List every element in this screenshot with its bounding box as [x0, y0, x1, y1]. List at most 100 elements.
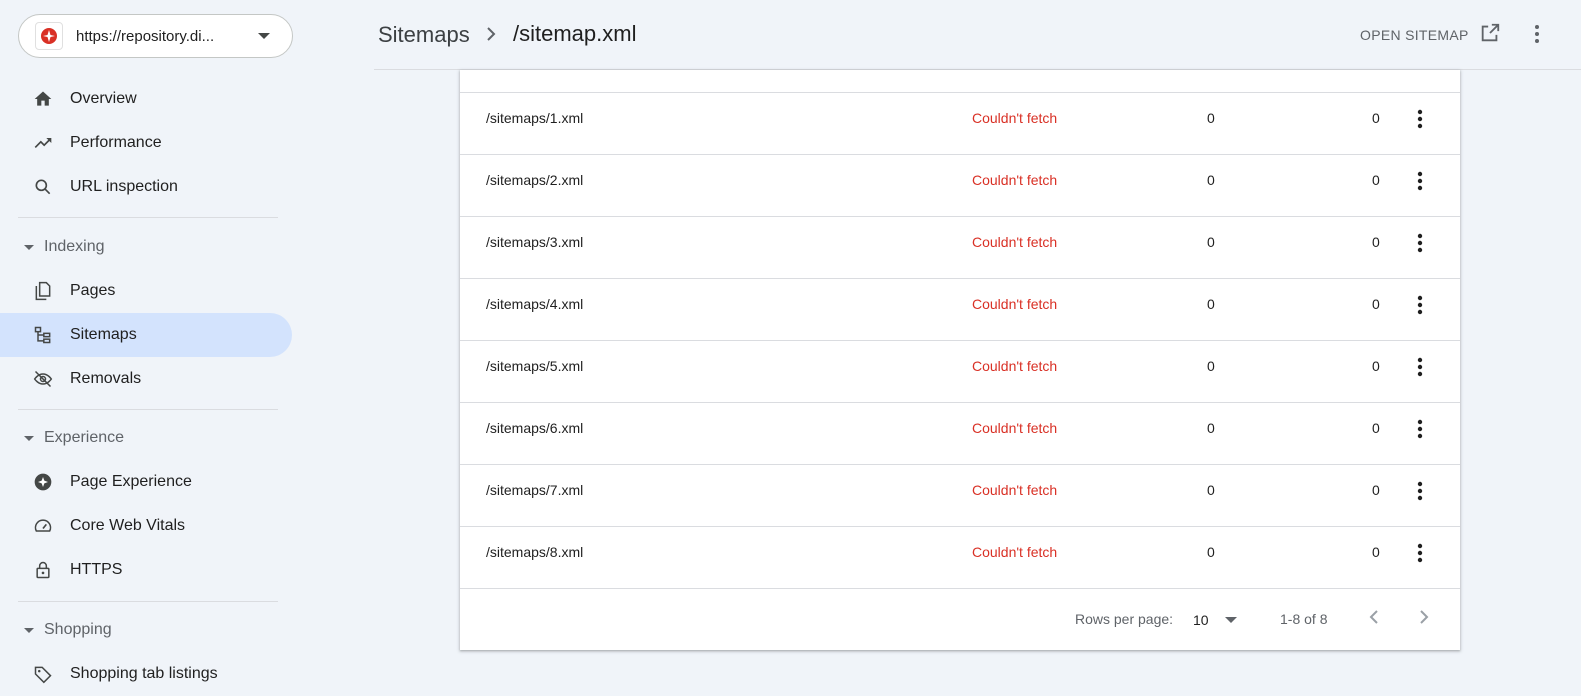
more-vert-icon[interactable]	[1410, 541, 1430, 570]
open-sitemap-button[interactable]: OPEN SITEMAP	[1360, 21, 1501, 49]
table-row[interactable]: /sitemaps/3.xml Couldn't fetch 0 0	[460, 216, 1460, 278]
nav-item-performance[interactable]: Performance	[0, 121, 292, 165]
table-row[interactable]: /sitemaps/6.xml Couldn't fetch 0 0	[460, 402, 1460, 464]
chevron-right-icon[interactable]	[1413, 607, 1433, 632]
sitemap-table: /sitemaps/1.xml Couldn't fetch 0 0 /site…	[460, 70, 1460, 650]
table-row[interactable]: /sitemaps/2.xml Couldn't fetch 0 0	[460, 154, 1460, 216]
caret-down-icon	[24, 244, 34, 250]
section-indexing[interactable]: Indexing	[0, 227, 292, 267]
nav-label: Page Experience	[70, 473, 192, 490]
chevron-down-icon	[258, 33, 270, 39]
sidebar: https://repository.di... Overview Perfor…	[0, 0, 293, 690]
breadcrumb-sitemaps[interactable]: Sitemaps	[378, 22, 470, 48]
nav-label: URL inspection	[70, 178, 178, 195]
nav-item-removals[interactable]: Removals	[0, 357, 292, 401]
section-experience[interactable]: Experience	[0, 418, 292, 458]
nav-item-core-web-vitals[interactable]: Core Web Vitals	[0, 504, 292, 548]
more-vert-icon[interactable]	[1410, 231, 1430, 260]
sitemap-path: /sitemaps/3.xml	[486, 234, 584, 250]
count-cell: 0	[1372, 296, 1380, 312]
search-icon	[32, 176, 54, 198]
sitemap-path: /sitemaps/7.xml	[486, 482, 584, 498]
table-row[interactable]: /sitemaps/4.xml Couldn't fetch 0 0	[460, 278, 1460, 340]
nav-label: HTTPS	[70, 561, 123, 578]
nav-item-page-experience[interactable]: Page Experience	[0, 460, 292, 504]
open-in-new-icon	[1479, 22, 1501, 49]
page-title: /sitemap.xml	[513, 21, 637, 46]
count-cell: 0	[1372, 420, 1380, 436]
count-cell: 0	[1207, 110, 1215, 126]
nav-label: Shopping tab listings	[70, 665, 218, 682]
nav-item-https[interactable]: HTTPS	[0, 548, 292, 592]
table-pagination: Rows per page: 10 1-8 of 8	[460, 588, 1460, 650]
caret-down-icon	[24, 435, 34, 441]
nav-label: Pages	[70, 282, 116, 299]
property-url: https://repository.di...	[76, 27, 215, 45]
trending-up-icon	[32, 132, 54, 154]
more-vert-icon[interactable]	[1526, 22, 1548, 51]
count-cell: 0	[1207, 296, 1215, 312]
table-row[interactable]: /sitemaps/8.xml Couldn't fetch 0 0	[460, 526, 1460, 588]
sitemap-icon	[32, 324, 54, 346]
chevron-left-icon[interactable]	[1365, 607, 1385, 632]
nav-label: Core Web Vitals	[70, 517, 186, 534]
nav-label: Performance	[70, 134, 162, 151]
count-cell: 0	[1372, 172, 1380, 188]
status-text: Couldn't fetch	[972, 482, 1058, 498]
count-cell: 0	[1207, 544, 1215, 560]
nav-label: Overview	[70, 90, 137, 107]
nav-item-sitemaps[interactable]: Sitemaps	[0, 313, 292, 357]
divider	[18, 601, 278, 602]
table-row[interactable]: /sitemaps/7.xml Couldn't fetch 0 0	[460, 464, 1460, 526]
sitemap-path: /sitemaps/5.xml	[486, 358, 584, 374]
nav-item-url-inspection[interactable]: URL inspection	[0, 165, 292, 209]
more-vert-icon[interactable]	[1410, 293, 1430, 322]
rows-per-page-label: Rows per page:	[1075, 611, 1174, 627]
count-cell: 0	[1372, 358, 1380, 374]
property-logo-icon	[35, 22, 63, 50]
pages-icon	[32, 280, 54, 302]
tag-icon	[32, 663, 54, 685]
status-text: Couldn't fetch	[972, 420, 1058, 436]
chevron-right-icon	[484, 25, 498, 48]
table-row[interactable]: /sitemaps/5.xml Couldn't fetch 0 0	[460, 340, 1460, 402]
status-text: Couldn't fetch	[972, 234, 1058, 250]
divider	[18, 409, 278, 410]
status-text: Couldn't fetch	[972, 110, 1058, 126]
page-header: Sitemaps /sitemap.xml OPEN SITEMAP	[374, 0, 1581, 70]
more-vert-icon[interactable]	[1410, 169, 1430, 198]
caret-down-icon	[1224, 617, 1237, 623]
section-label: Indexing	[44, 238, 105, 255]
more-vert-icon[interactable]	[1410, 355, 1430, 384]
count-cell: 0	[1207, 420, 1215, 436]
nav-item-overview[interactable]: Overview	[0, 77, 292, 121]
property-selector[interactable]: https://repository.di...	[18, 14, 293, 58]
section-shopping[interactable]: Shopping	[0, 610, 292, 650]
count-cell: 0	[1372, 234, 1380, 250]
status-text: Couldn't fetch	[972, 358, 1058, 374]
more-vert-icon[interactable]	[1410, 479, 1430, 508]
open-sitemap-label: OPEN SITEMAP	[1360, 27, 1469, 43]
home-icon	[32, 88, 54, 110]
table-row[interactable]: /sitemaps/1.xml Couldn't fetch 0 0	[460, 92, 1460, 154]
sitemap-path: /sitemaps/6.xml	[486, 420, 584, 436]
sitemap-path: /sitemaps/4.xml	[486, 296, 584, 312]
sitemap-path: /sitemaps/8.xml	[486, 544, 584, 560]
nav-label: Sitemaps	[70, 326, 137, 343]
status-text: Couldn't fetch	[972, 172, 1058, 188]
count-cell: 0	[1207, 234, 1215, 250]
rows-per-page-select[interactable]: 10	[1193, 609, 1243, 631]
count-cell: 0	[1207, 358, 1215, 374]
section-label: Shopping	[44, 621, 112, 638]
lock-icon	[32, 559, 54, 581]
more-vert-icon[interactable]	[1410, 417, 1430, 446]
visibility-off-icon	[32, 368, 54, 390]
rows-per-page-value: 10	[1193, 612, 1209, 628]
section-label: Experience	[44, 429, 125, 446]
more-vert-icon[interactable]	[1410, 107, 1430, 136]
nav-item-shopping-tab-listings[interactable]: Shopping tab listings	[0, 652, 292, 696]
nav-item-pages[interactable]: Pages	[0, 269, 292, 313]
count-cell: 0	[1372, 110, 1380, 126]
divider	[18, 217, 278, 218]
caret-down-icon	[24, 627, 34, 633]
